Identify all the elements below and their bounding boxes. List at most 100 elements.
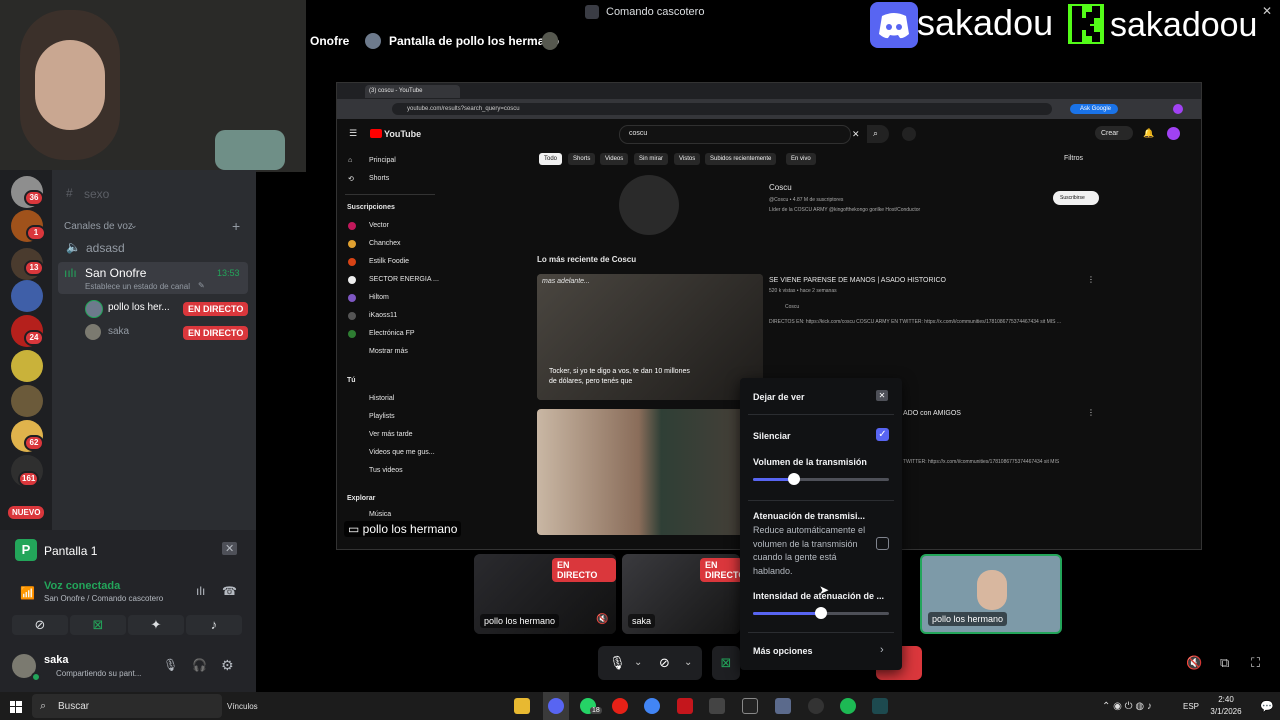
gear-icon[interactable]: ⚙ — [221, 657, 234, 674]
bell-icon[interactable]: 🔔 — [1143, 128, 1154, 139]
you-item[interactable]: Playlists — [369, 413, 395, 420]
subscription-item[interactable]: iKaoss11 — [369, 312, 397, 319]
text-channel-name[interactable]: sexo — [84, 187, 109, 201]
volume-slider-knob[interactable] — [788, 473, 800, 485]
windows-start-icon[interactable] — [10, 700, 22, 713]
subscription-item[interactable]: Chanchex — [369, 240, 401, 247]
terminal-icon[interactable] — [872, 698, 888, 714]
filters-label[interactable]: Filtros — [1064, 155, 1083, 162]
show-more-link[interactable]: Mostrar más — [369, 348, 408, 355]
youtube-logo-text[interactable]: YouTube — [384, 129, 421, 139]
member-name[interactable]: pollo los her... — [108, 302, 170, 313]
epic-games-icon[interactable] — [742, 698, 758, 714]
mute-checkbox[interactable]: ✓ — [876, 428, 889, 441]
server-icon[interactable] — [11, 350, 43, 382]
server-icon[interactable] — [11, 280, 43, 312]
chevron-down-icon[interactable]: ⌄ — [684, 657, 692, 668]
disconnect-icon[interactable]: ☎ — [222, 584, 237, 598]
clear-search-icon[interactable]: ✕ — [852, 129, 860, 140]
volume-mute-icon[interactable]: 🔇 — [1186, 655, 1202, 671]
stop-share-icon[interactable]: ✕ — [222, 542, 238, 555]
notifications-icon[interactable]: 💬 — [1260, 700, 1274, 713]
language-indicator[interactable]: ESP — [1183, 702, 1199, 711]
headphones-icon[interactable]: 🎧 — [192, 658, 207, 672]
edit-icon[interactable]: ✎ — [198, 281, 205, 290]
filter-chip[interactable]: Sin mirar — [634, 153, 669, 165]
subscription-item[interactable]: Electrónica FP — [369, 330, 415, 337]
you-item[interactable]: Historial — [369, 395, 394, 402]
intensity-slider-knob[interactable] — [815, 607, 827, 619]
filter-chip[interactable]: Todo — [539, 153, 563, 165]
filter-chip[interactable]: Vistos — [674, 153, 701, 165]
chrome-icon[interactable] — [644, 698, 660, 714]
intensity-slider[interactable] — [753, 607, 889, 619]
microphone-icon[interactable]: 🎙 — [609, 655, 626, 671]
menu-icon[interactable]: ☰ — [349, 128, 357, 139]
attenuation-label[interactable]: Atenuación de transmisi... — [753, 511, 865, 521]
screen-share-button[interactable]: ⊠ — [70, 615, 126, 635]
video-title-partial[interactable]: ADO con AMIGOS — [903, 410, 961, 417]
filter-chip[interactable]: Shorts — [568, 153, 596, 165]
volume-slider[interactable] — [753, 473, 889, 485]
attenuation-checkbox[interactable] — [876, 537, 889, 550]
chevron-down-icon[interactable]: ⌄ — [634, 657, 642, 668]
member-name[interactable]: saka — [108, 326, 129, 337]
more-options-item[interactable]: Más opciones — [753, 646, 813, 656]
server-icon[interactable] — [11, 385, 43, 417]
stream-thumbnail[interactable]: EN DIRECTO saka — [622, 554, 740, 634]
voice-channel-name[interactable]: adsasd — [86, 241, 125, 255]
popout-icon[interactable]: ⧉ — [1220, 655, 1229, 671]
search-input[interactable] — [619, 125, 851, 144]
filter-chip[interactable]: En vivo — [786, 153, 816, 165]
filter-chip[interactable]: Videos — [600, 153, 629, 165]
settings-icon[interactable] — [709, 698, 725, 714]
nav-item[interactable]: Shorts — [369, 175, 389, 182]
you-item[interactable]: Tus videos — [369, 467, 403, 474]
stream-thumbnail[interactable]: EN DIRECTO pollo los hermano 🔇 — [474, 554, 616, 634]
channel-avatar-large[interactable] — [619, 175, 679, 235]
voice-status[interactable]: Voz conectada — [44, 580, 120, 592]
voice-category-label[interactable]: Canales de voz — [64, 221, 133, 232]
video-thumbnail[interactable] — [537, 409, 763, 535]
profile-avatar[interactable] — [1173, 104, 1183, 114]
subscription-item[interactable]: Hiltom — [369, 294, 389, 301]
you-item[interactable]: Ver más tarde — [369, 431, 413, 438]
stream-thumbnail-selected[interactable]: pollo los hermano — [920, 554, 1062, 634]
system-tray-icons[interactable]: ⌃ ◉ ⏻ ◍ ♪ — [1102, 701, 1152, 712]
close-window-icon[interactable]: ✕ — [1262, 4, 1272, 18]
subscription-item[interactable]: Vector — [369, 222, 389, 229]
filter-chip[interactable]: Subidos recientemente — [705, 153, 777, 165]
video-options-icon[interactable]: ⋮ — [1087, 275, 1095, 284]
you-item[interactable]: Videos que me gus... — [369, 449, 435, 456]
clock-date[interactable]: 3/1/2026 — [1203, 707, 1249, 716]
explore-item[interactable]: Música — [369, 511, 391, 518]
subscription-item[interactable]: Estilk Foodie — [369, 258, 409, 265]
camera-off-icon[interactable]: ⊘ — [659, 655, 670, 671]
nav-item[interactable]: Principal — [369, 157, 396, 164]
soundboard-button[interactable]: ♪ — [186, 615, 242, 635]
voice-location[interactable]: San Onofre / Comando cascotero — [44, 594, 163, 603]
channel-status[interactable]: Establece un estado de canal — [85, 282, 190, 291]
mic-search-button[interactable] — [902, 127, 916, 141]
links-toolbar[interactable]: Vínculos — [227, 702, 258, 711]
camera-off-button[interactable]: ⊘ — [12, 615, 68, 635]
muted-icon[interactable]: 🔇 — [596, 614, 608, 625]
mute-item[interactable]: Silenciar — [753, 431, 791, 441]
clock-time[interactable]: 2:40 — [1206, 695, 1246, 704]
account-avatar[interactable] — [1167, 127, 1180, 140]
activities-button[interactable]: ✦ — [128, 615, 184, 635]
fullscreen-icon[interactable]: ⛶ — [1251, 655, 1260, 671]
stop-watching-item[interactable]: Dejar de ver — [753, 392, 805, 402]
you-header[interactable]: Tú — [347, 377, 356, 384]
media-app-icon[interactable] — [612, 698, 628, 714]
spotify-icon[interactable] — [840, 698, 856, 714]
app-icon[interactable] — [775, 698, 791, 714]
app-icon[interactable] — [677, 698, 693, 714]
subscription-item[interactable]: SECTOR ENERGIA ... — [369, 276, 439, 283]
noise-suppression-icon[interactable]: ılı — [196, 584, 205, 598]
add-channel-icon[interactable]: + — [232, 218, 240, 234]
video-channel[interactable]: Coscu — [785, 304, 799, 310]
discord-app-icon[interactable] — [548, 698, 564, 714]
video-options-icon[interactable]: ⋮ — [1087, 408, 1095, 417]
video-title[interactable]: SE VIENE PARENSE DE MANOS | ASADO HISTOR… — [769, 277, 946, 284]
